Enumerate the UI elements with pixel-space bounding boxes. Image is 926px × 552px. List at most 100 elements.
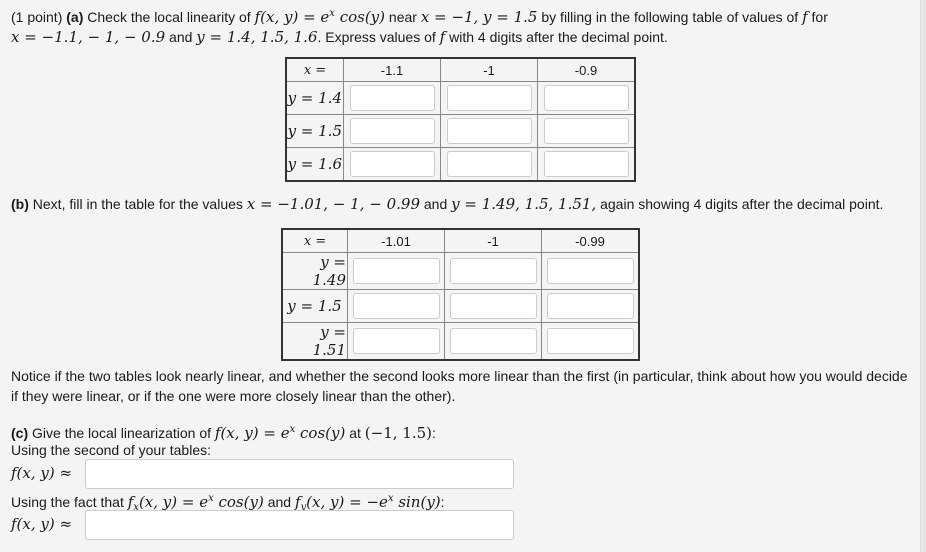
- text: with 4 digits after the decimal point.: [445, 29, 668, 45]
- value-input[interactable]: [449, 328, 537, 354]
- value-input[interactable]: [543, 151, 629, 177]
- cell: [541, 289, 640, 323]
- column-header: -1.01: [347, 228, 445, 253]
- text: . Express values of: [317, 29, 440, 45]
- text: :: [440, 494, 445, 510]
- cell: [537, 81, 636, 115]
- row-label: y = 1.51: [281, 322, 348, 361]
- math-y-values: y = 1.4, 1.5, 1.6: [196, 28, 318, 46]
- table-a: x = -1.1 -1 -0.9 y = 1.4 y = 1.5 y = 1.6: [285, 57, 636, 182]
- column-header: -0.99: [541, 228, 640, 253]
- cell: [440, 114, 538, 148]
- x-header: x =: [281, 228, 348, 253]
- text: :: [432, 425, 436, 441]
- value-input[interactable]: [446, 118, 532, 144]
- using-second-table-text: Using the second of your tables:: [11, 442, 212, 458]
- math-x-values: x = −1.01, − 1, − 0.99: [246, 195, 420, 213]
- text: Check the local linearity of: [83, 9, 255, 25]
- math-x-values: x = −1.1, − 1, − 0.9: [11, 28, 166, 46]
- text: Using the fact that: [11, 494, 128, 510]
- notice-line: Notice if the two tables look nearly lin…: [11, 368, 908, 384]
- cell: [347, 252, 445, 290]
- part-b-instructions: (b) Next, fill in the table for the valu…: [11, 194, 883, 214]
- table-header-row: x = -1.1 -1 -0.9: [285, 57, 636, 82]
- value-input[interactable]: [446, 151, 532, 177]
- math-fy: fy(x, y) = −ex sin(y): [294, 493, 441, 513]
- cell: [347, 322, 445, 361]
- scrollbar-edge: [920, 0, 926, 552]
- value-input[interactable]: [449, 293, 537, 319]
- value-input[interactable]: [349, 151, 435, 177]
- value-input[interactable]: [349, 118, 435, 144]
- text: near: [385, 9, 421, 25]
- table-row: y = 1.51: [281, 322, 640, 361]
- value-input[interactable]: [352, 258, 440, 284]
- table-header-row: x = -1.01 -1 -0.99: [281, 228, 640, 253]
- cell: [537, 147, 636, 182]
- part-a-label: (a): [66, 9, 84, 25]
- text: Give the local linearization of: [28, 425, 215, 441]
- value-input[interactable]: [349, 85, 435, 111]
- text: again showing 4 digits after the decimal…: [596, 196, 884, 212]
- value-input[interactable]: [546, 293, 634, 319]
- cell: [343, 81, 441, 115]
- cell: [444, 289, 542, 323]
- text: by filling in the following table of val…: [537, 9, 803, 25]
- table-row: y = 1.6: [285, 147, 636, 182]
- table-row: y = 1.5: [281, 289, 640, 323]
- value-input[interactable]: [446, 85, 532, 111]
- math-function: f(x, y) = ex cos(y): [254, 8, 386, 26]
- column-header: -1: [440, 57, 538, 82]
- cell: [537, 114, 636, 148]
- table-b: x = -1.01 -1 -0.99 y = 1.49 y = 1.5 y = …: [281, 228, 640, 361]
- cell: [440, 147, 538, 182]
- row-label: y = 1.6: [285, 147, 344, 182]
- row-label: y = 1.4: [285, 81, 344, 115]
- approx-label: f(x, y) ≈: [11, 464, 73, 482]
- value-input[interactable]: [352, 328, 440, 354]
- linearization-from-partials-input[interactable]: [85, 510, 514, 540]
- table-row: y = 1.49: [281, 252, 640, 290]
- math-function: f(x, y) = ex cos(y): [214, 424, 346, 442]
- cell: [444, 252, 542, 290]
- value-input[interactable]: [546, 328, 634, 354]
- part-c-label: (c): [11, 425, 29, 441]
- text: Next, fill in the table for the values: [28, 196, 247, 212]
- value-input[interactable]: [449, 258, 537, 284]
- math-y-values: y = 1.49, 1.5, 1.51,: [451, 195, 597, 213]
- cell: [444, 322, 542, 361]
- cell: [541, 252, 640, 290]
- math-point: (−1, 1.5): [364, 424, 433, 442]
- notice-line: if they were linear, or if the one were …: [11, 388, 456, 404]
- points-label: (1 point): [11, 9, 63, 25]
- cell: [343, 147, 441, 182]
- column-header: -1: [444, 228, 542, 253]
- part-b-label: (b): [11, 196, 29, 212]
- linearization-from-table-input[interactable]: [85, 459, 514, 489]
- row-label: y = 1.49: [281, 252, 348, 290]
- math-point: x = −1, y = 1.5: [420, 8, 538, 26]
- value-input[interactable]: [352, 293, 440, 319]
- table-row: y = 1.4: [285, 81, 636, 115]
- cell: [541, 322, 640, 361]
- cell: [347, 289, 445, 323]
- row-label: y = 1.5: [285, 114, 344, 148]
- approx-label: f(x, y) ≈: [11, 515, 73, 533]
- table-row: y = 1.5: [285, 114, 636, 148]
- part-a-instructions: (1 point) (a) Check the local linearity …: [11, 4, 828, 47]
- value-input[interactable]: [543, 118, 629, 144]
- text: at: [345, 425, 365, 441]
- text: for: [807, 9, 828, 25]
- text: and: [420, 196, 452, 212]
- math-fx: fx(x, y) = ex cos(y): [127, 493, 264, 513]
- cell: [343, 114, 441, 148]
- text: and: [263, 494, 295, 510]
- value-input[interactable]: [546, 258, 634, 284]
- text: and: [165, 29, 197, 45]
- column-header: -1.1: [343, 57, 441, 82]
- row-label: y = 1.5: [281, 289, 348, 323]
- value-input[interactable]: [543, 85, 629, 111]
- notice-text: Notice if the two tables look nearly lin…: [11, 366, 908, 406]
- x-header: x =: [285, 57, 344, 82]
- column-header: -0.9: [537, 57, 636, 82]
